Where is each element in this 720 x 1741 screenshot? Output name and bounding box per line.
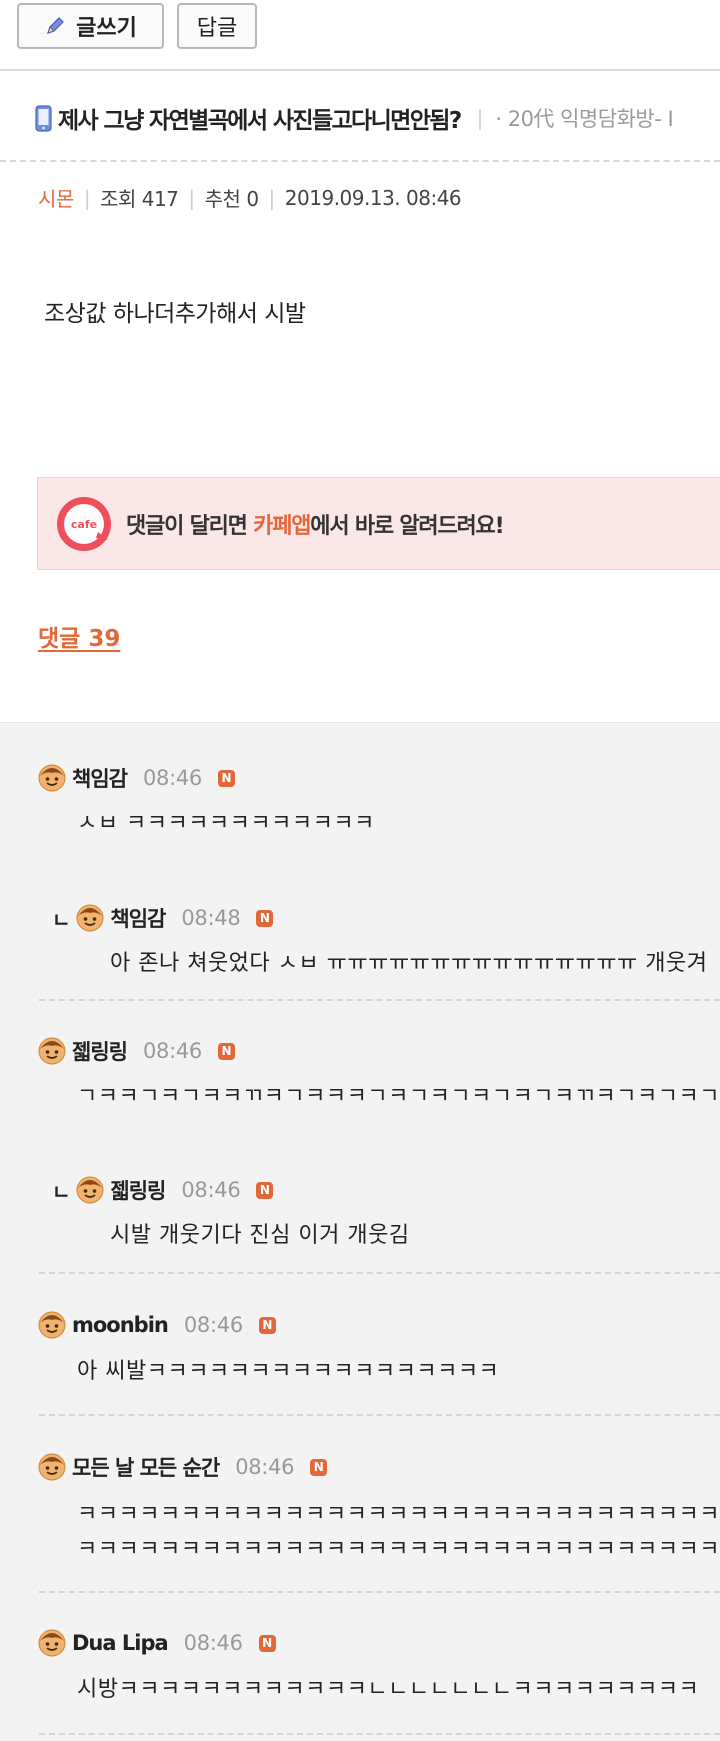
smiley-avatar-icon bbox=[38, 1037, 66, 1065]
banner-text-after: 에서 바로 알려드려요! bbox=[310, 513, 504, 539]
pencil-icon bbox=[44, 15, 66, 37]
banner-text: 댓글이 달리면 카페앱에서 바로 알려드려요! bbox=[126, 508, 505, 540]
write-post-label: 글쓰기 bbox=[76, 16, 137, 41]
comment-time: 08:46 bbox=[183, 1313, 243, 1337]
reply-indicator: ㄴ bbox=[52, 907, 71, 932]
new-badge: N bbox=[258, 1316, 276, 1334]
board-name-link[interactable]: · 20代 익명담화방- I bbox=[495, 103, 673, 133]
post-date: 2019.09.13. 08:46 bbox=[284, 185, 462, 210]
comment-divider bbox=[39, 1272, 720, 1274]
smiley-avatar-icon bbox=[76, 904, 104, 932]
comment-author[interactable]: 젧링링 bbox=[110, 1175, 166, 1205]
comment-divider bbox=[39, 1414, 720, 1416]
new-badge: N bbox=[258, 1634, 276, 1652]
comment-author[interactable]: 책임감 bbox=[72, 763, 128, 793]
comment-text: 아 씨발ㅋㅋㅋㅋㅋㅋㅋㅋㅋㅋㅋㅋㅋㅋㅋㅋㅋ bbox=[77, 1359, 500, 1384]
cafe-logo-icon: cafe bbox=[56, 496, 112, 552]
meta-separator: | bbox=[188, 185, 195, 210]
comment-author[interactable]: 젧링링 bbox=[72, 1036, 128, 1066]
comment-time: 08:46 bbox=[142, 766, 202, 790]
comment-author[interactable]: moonbin bbox=[72, 1313, 169, 1337]
mobile-phone-icon bbox=[35, 104, 52, 132]
post-title: 제사 그냥 자연별곡에서 사진들고다니면안됨? bbox=[58, 108, 462, 134]
smiley-avatar-icon bbox=[38, 1453, 66, 1481]
smiley-avatar-icon bbox=[38, 1629, 66, 1657]
write-post-button[interactable]: 글쓰기 bbox=[17, 3, 164, 49]
comment-text: ㅋㅋㅋㅋㅋㅋㅋㅋㅋㅋㅋㅋㅋㅋㅋㅋㅋㅋㅋㅋㅋㅋㅋㅋㅋㅋㅋㅋㅋㅋㅋ bbox=[77, 1502, 720, 1527]
comment-divider bbox=[39, 1591, 720, 1593]
comment-list: 책임감 08:46 N ㅅㅂ ㅋㅋㅋㅋㅋㅋㅋㅋㅋㅋㅋㅋ ㄴ 책임감 08:48 … bbox=[0, 722, 720, 1741]
title-separator: | bbox=[476, 106, 484, 130]
toolbar: 글쓰기 답글 bbox=[0, 0, 720, 70]
meta-separator: | bbox=[268, 185, 276, 210]
comment-text: ㅋㅋㅋㅋㅋㅋㅋㅋㅋㅋㅋㅋㅋㅋㅋㅋㅋㅋㅋㅋㅋㅋㅋㅋㅋㅋㅋㅋㅋㅋㅋ bbox=[77, 1537, 720, 1562]
smiley-avatar-icon bbox=[38, 764, 66, 792]
cafe-app-banner[interactable]: cafe 댓글이 달리면 카페앱에서 바로 알려드려요! bbox=[37, 477, 720, 570]
comment-time: 08:46 bbox=[235, 1455, 295, 1479]
comment-author[interactable]: 책임감 bbox=[110, 903, 166, 933]
title-divider bbox=[0, 160, 720, 162]
comment-author[interactable]: 모든 날 모든 순간 bbox=[72, 1452, 220, 1482]
comment-time: 08:46 bbox=[181, 1178, 241, 1202]
post-views: 조회 417 bbox=[100, 187, 179, 211]
new-badge: N bbox=[218, 769, 235, 787]
comment-text: ㄱㅋㅋㄱㅋㄱㅋㅋㄲㅋㄱㅋㅋㅋㄱㅋㄱㅋㄱㅋㄱㅋㄱㅋㄲㅋㄱㅋㄱㅋㄱ bbox=[77, 1084, 720, 1109]
comment-text: 시방ㅋㅋㅋㅋㅋㅋㅋㅋㅋㅋㅋㅋㄴㄴㄴㄴㄴㄴㄴㅋㅋㅋㅋㅋㅋㅋㅋㅋ bbox=[77, 1677, 700, 1702]
comment-time: 08:48 bbox=[181, 906, 241, 930]
comment-divider bbox=[39, 1733, 720, 1735]
new-badge: N bbox=[218, 1042, 235, 1060]
post-author[interactable]: 시몬 bbox=[38, 183, 74, 212]
toolbar-divider bbox=[0, 69, 720, 71]
comment-divider bbox=[39, 999, 720, 1001]
smiley-avatar-icon bbox=[38, 1311, 66, 1339]
comment-text: ㅅㅂ ㅋㅋㅋㅋㅋㅋㅋㅋㅋㅋㅋㅋ bbox=[77, 811, 375, 836]
banner-text-highlight: 카페앱 bbox=[253, 513, 311, 539]
cafe-logo-text: cafe bbox=[71, 518, 97, 531]
post-likes: 추천 0 bbox=[204, 187, 259, 211]
comment-count-link[interactable]: 댓글 39 bbox=[38, 619, 120, 653]
post-title-row: 제사 그냥 자연별곡에서 사진들고다니면안됨? | · 20代 익명담화방- I bbox=[0, 96, 720, 140]
comment-time: 08:46 bbox=[183, 1631, 243, 1655]
new-badge: N bbox=[256, 909, 274, 927]
post-body: 조상값 하나더추가해서 시발 bbox=[44, 301, 306, 327]
banner-text-before: 댓글이 달리면 bbox=[126, 513, 254, 539]
new-badge: N bbox=[310, 1458, 328, 1476]
comment-time: 08:46 bbox=[142, 1039, 202, 1063]
reply-indicator: ㄴ bbox=[52, 1179, 71, 1204]
comment-text: 아 존나 쳐웃었다 ㅅㅂ ㅠㅠㅠㅠㅠㅠㅠㅠㅠㅠㅠㅠㅠㅠㅠ 개웃겨 bbox=[110, 951, 708, 976]
reply-post-button[interactable]: 답글 bbox=[177, 3, 257, 49]
post-meta: 시몬 | 조회 417 | 추천 0 | 2019.09.13. 08:46 bbox=[38, 183, 462, 212]
new-badge: N bbox=[256, 1181, 274, 1199]
meta-separator: | bbox=[83, 185, 91, 210]
reply-post-label: 답글 bbox=[196, 16, 238, 41]
comment-text: 시발 개웃기다 진심 이거 개웃김 bbox=[110, 1223, 410, 1248]
smiley-avatar-icon bbox=[76, 1176, 104, 1204]
comment-author[interactable]: Dua Lipa bbox=[72, 1631, 169, 1655]
